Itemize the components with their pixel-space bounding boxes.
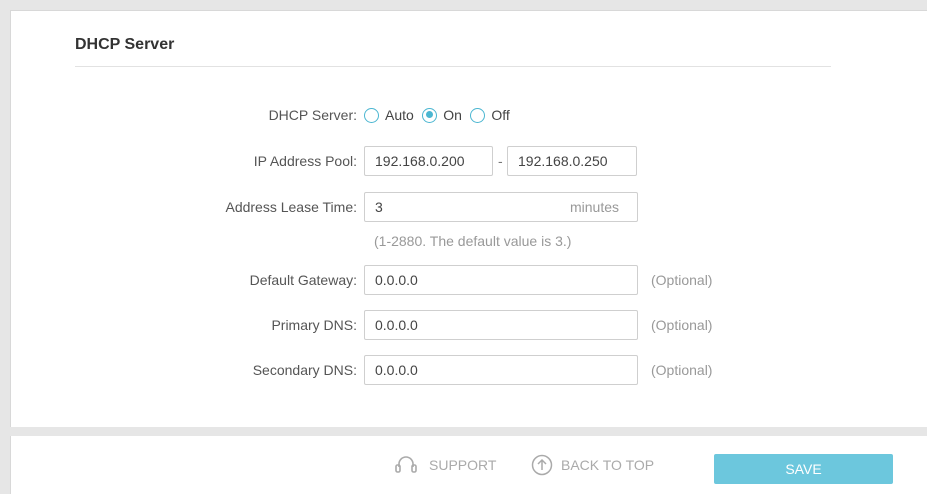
lease-time-unit: minutes [570, 199, 620, 215]
radio-on-circle[interactable] [422, 107, 438, 123]
support-link[interactable]: SUPPORT [391, 436, 496, 494]
radio-on[interactable]: On [422, 100, 462, 130]
secondary-dns-optional-note: (Optional) [651, 362, 713, 378]
primary-dns-input[interactable] [364, 310, 638, 340]
lease-time-label: Address Lease Time: [225, 199, 357, 215]
section-title: DHCP Server [75, 36, 175, 53]
radio-off-circle[interactable] [470, 107, 486, 123]
primary-dns-row: Primary DNS: (Optional) [11, 310, 927, 340]
radio-off-label: Off [491, 107, 510, 123]
default-gateway-label: Default Gateway: [249, 272, 357, 288]
radio-auto[interactable]: Auto [364, 100, 414, 130]
radio-auto-label: Auto [385, 107, 414, 123]
default-gateway-row: Default Gateway: (Optional) [11, 265, 927, 295]
radio-on-label: On [443, 107, 462, 123]
default-gateway-input[interactable] [364, 265, 638, 295]
primary-dns-label: Primary DNS: [271, 317, 357, 333]
lease-time-row: Address Lease Time: minutes [11, 192, 927, 222]
ip-pool-end-input[interactable] [507, 146, 637, 176]
footer-bar: SUPPORT BACK TO TOP SAVE [10, 436, 927, 494]
primary-dns-optional-note: (Optional) [651, 317, 713, 333]
lease-time-hint: (1-2880. The default value is 3.) [374, 233, 572, 249]
dhcp-server-radio-group: Auto On Off [364, 100, 514, 130]
back-to-top-link[interactable]: BACK TO TOP [531, 436, 654, 494]
ip-pool-label: IP Address Pool: [253, 153, 357, 169]
save-button[interactable]: SAVE [714, 454, 893, 484]
ip-pool-row: IP Address Pool: - [11, 146, 927, 176]
secondary-dns-label: Secondary DNS: [252, 362, 357, 378]
dhcp-server-panel: DHCP Server DHCP Server: Auto On Off IP … [10, 10, 927, 427]
radio-off[interactable]: Off [470, 100, 510, 130]
secondary-dns-row: Secondary DNS: (Optional) [11, 355, 927, 385]
radio-auto-circle[interactable] [364, 107, 379, 123]
support-label: SUPPORT [429, 457, 497, 473]
arrow-up-circle-icon [531, 454, 553, 476]
back-to-top-label: BACK TO TOP [561, 457, 655, 473]
ip-pool-start-input[interactable] [364, 146, 493, 176]
section-divider [75, 66, 831, 67]
ip-pool-separator: - [498, 153, 503, 169]
default-gateway-optional-note: (Optional) [651, 272, 713, 288]
secondary-dns-input[interactable] [364, 355, 638, 385]
dhcp-server-label: DHCP Server: [268, 107, 357, 123]
headset-icon [395, 456, 417, 473]
dhcp-server-row: DHCP Server: Auto On Off [11, 100, 927, 130]
